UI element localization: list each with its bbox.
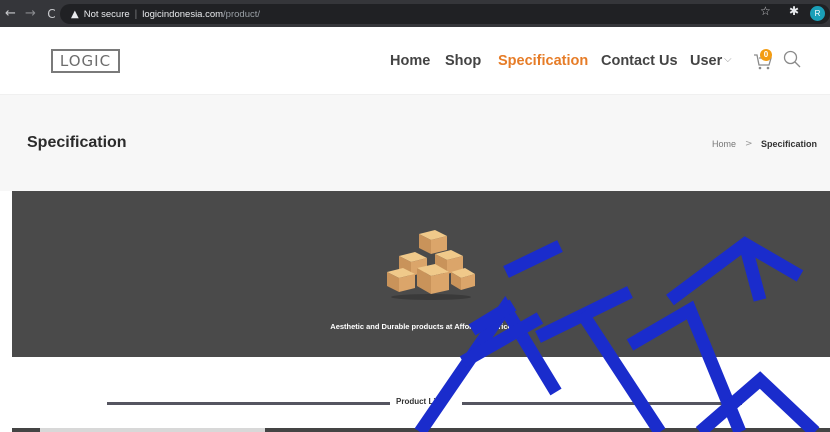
back-arrow-icon[interactable]: ← <box>3 6 18 21</box>
cart-count-badge[interactable]: 0 <box>760 49 772 61</box>
reload-icon[interactable]: C <box>44 7 59 21</box>
nav-shop[interactable]: Shop <box>445 53 481 69</box>
address-separator: | <box>134 8 138 20</box>
bottom-divider-segment <box>40 428 265 432</box>
watermark-letter-a2 <box>695 371 820 432</box>
chevron-down-icon[interactable]: ⌵ <box>724 54 732 65</box>
breadcrumb-home-link[interactable]: Home <box>712 139 736 149</box>
url-host[interactable]: logicindonesia.com <box>142 9 223 20</box>
logo-text: LOGIC <box>59 52 112 70</box>
search-icon[interactable] <box>783 50 801 68</box>
section-divider-left <box>107 402 390 405</box>
cardboard-boxes-icon <box>387 230 475 300</box>
nav-specification[interactable]: Specification <box>498 53 588 69</box>
page-title: Specification <box>27 134 127 151</box>
security-label[interactable]: Not secure <box>84 9 130 20</box>
url-path[interactable]: /product/ <box>223 9 260 20</box>
product-list-heading: Product List <box>396 397 443 406</box>
hero-banner: Aesthetic and Durable products at Afford… <box>12 191 830 357</box>
warning-icon[interactable]: ▲ <box>71 9 79 20</box>
bookmark-star-icon[interactable]: ☆ <box>760 4 771 18</box>
breadcrumb-separator: > <box>745 139 753 149</box>
banner-caption: Aesthetic and Durable products at Afford… <box>330 322 512 331</box>
forward-arrow-icon[interactable]: → <box>23 6 38 21</box>
nav-user[interactable]: User <box>690 53 722 69</box>
page-title-bar: Specification Home > Specification <box>0 95 830 191</box>
profile-avatar[interactable]: R <box>810 6 825 21</box>
nav-home[interactable]: Home <box>390 53 430 69</box>
nav-contact-us[interactable]: Contact Us <box>601 53 678 69</box>
breadcrumb-current: Specification <box>761 139 818 149</box>
extensions-puzzle-icon[interactable]: ✱ <box>789 4 799 18</box>
site-header: LOGIC Home Shop Specification Contact Us… <box>0 27 830 95</box>
browser-chrome: ← → C ▲ Not secure | logicindonesia.com /… <box>0 0 830 27</box>
section-divider-right <box>462 402 742 405</box>
site-logo[interactable]: LOGIC <box>51 49 120 73</box>
address-bar[interactable]: ▲ Not secure | logicindonesia.com/produc… <box>60 4 830 24</box>
